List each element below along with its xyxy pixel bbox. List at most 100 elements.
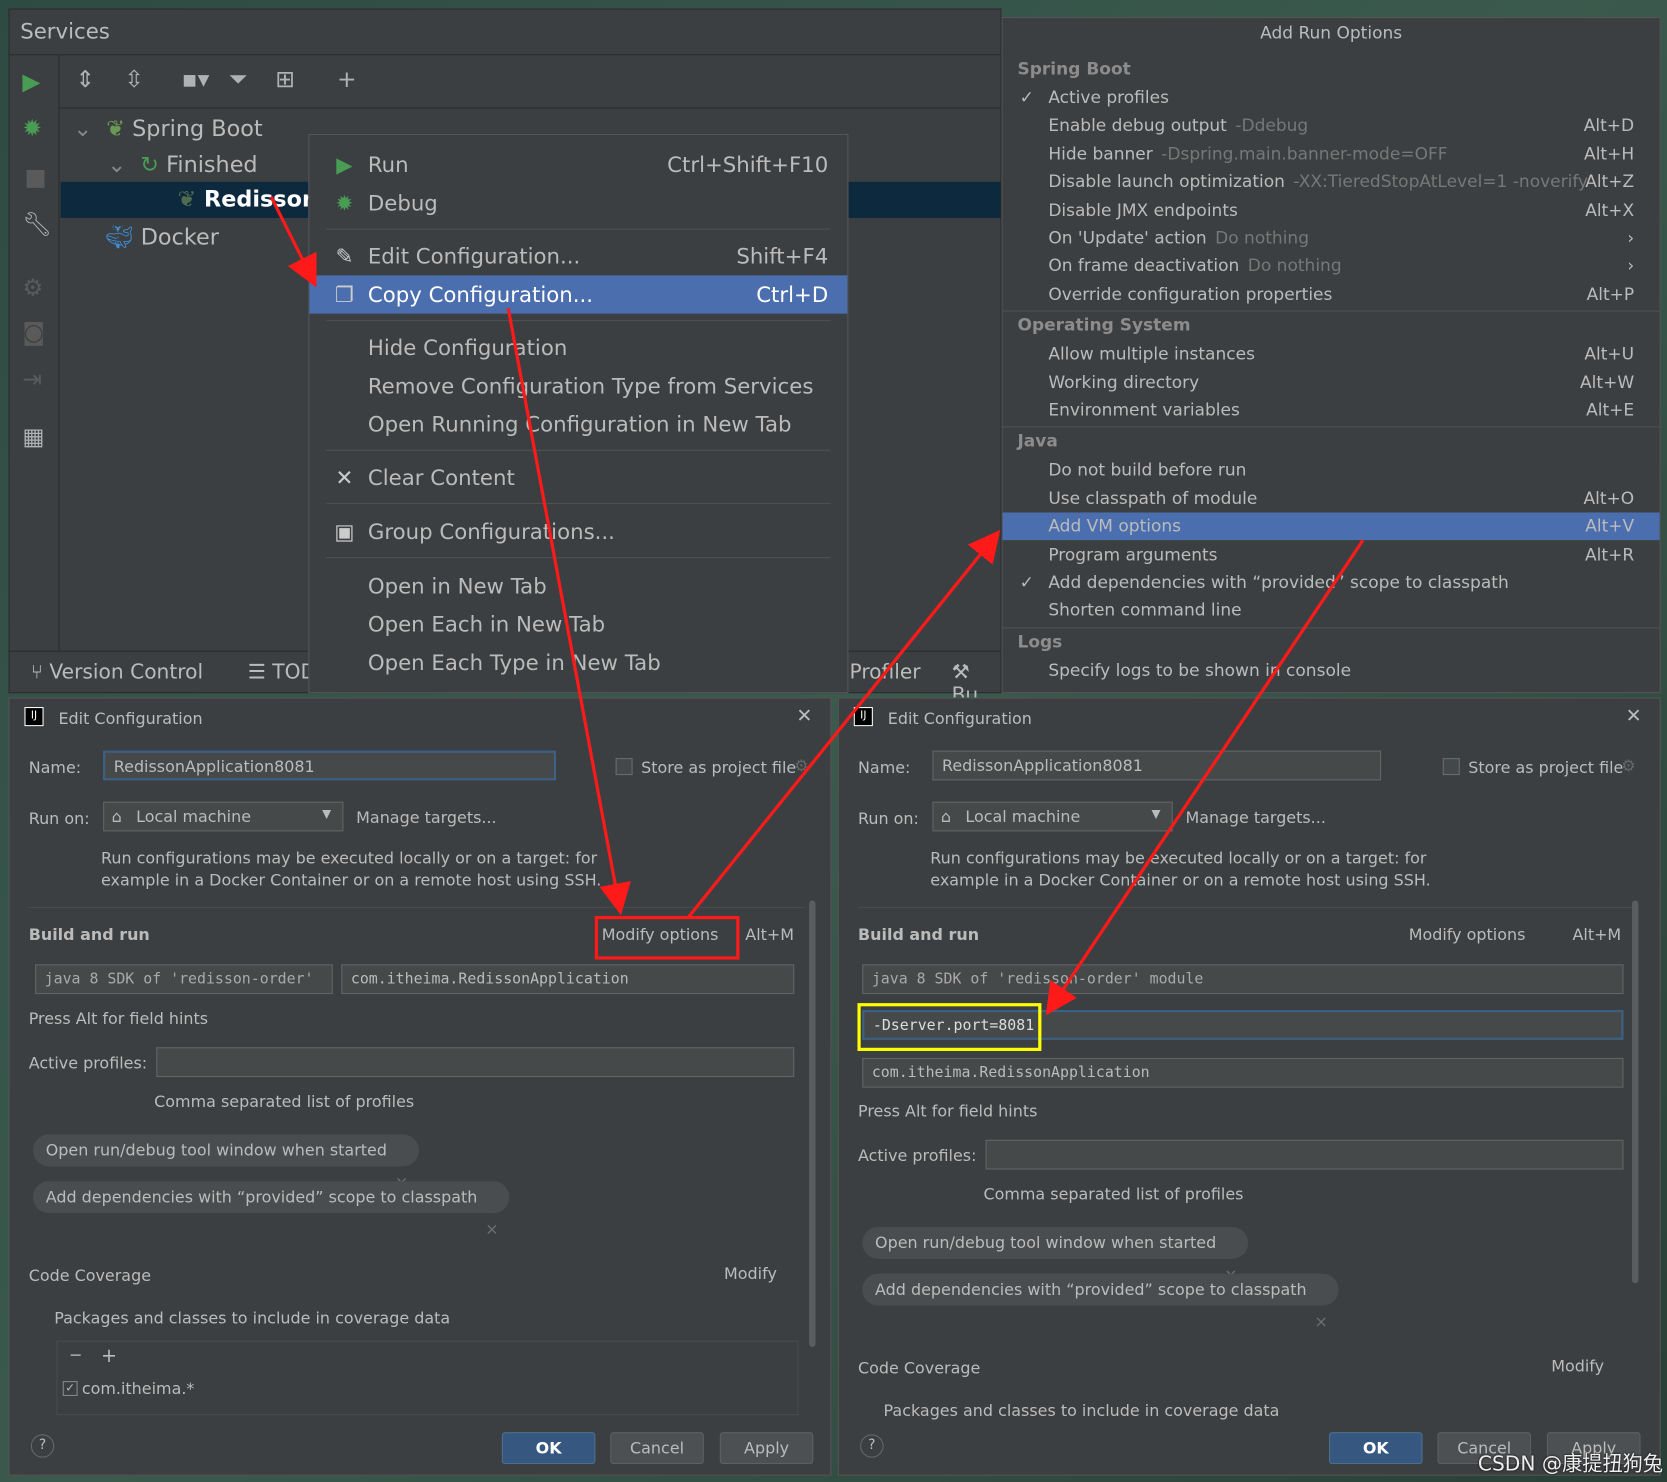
run-option-item[interactable]: Enable debug output -Ddebug Alt+D [1003,112,1660,140]
close-icon[interactable]: ✕ [796,705,812,727]
run-icon[interactable]: ▶ [22,69,40,96]
close-icon[interactable]: ✕ [1626,705,1642,727]
run-option-item[interactable]: Disable launch optimization -XX:TieredSto… [1003,168,1660,196]
login-icon[interactable]: ⇥ [22,367,42,394]
run-option-hint: -XX:TieredStopAtLevel=1 -noverify [1293,171,1589,192]
name-input[interactable]: RedissonApplication8081 [103,750,557,781]
tab-version-control[interactable]: ⑂ Version Control [31,660,203,683]
wrench-icon[interactable]: 🔧︎ [22,212,52,239]
store-as-project-file-checkbox[interactable] [1442,758,1460,776]
modify-coverage-link[interactable]: Modify [724,1264,777,1283]
layout-icon[interactable]: ▦ [22,424,44,451]
hammer-icon: ⚒ [951,660,970,684]
settings-icon[interactable]: ⚙ [794,756,808,775]
home-icon: ⌂ [940,806,952,827]
option-chip[interactable]: Add dependencies with “provided” scope t… [32,1181,510,1239]
remove-icon[interactable]: − [69,1345,82,1364]
run-option-item[interactable]: On frame deactivation Do nothing › [1003,252,1660,280]
manage-targets-link[interactable]: Manage targets... [356,808,496,827]
modify-coverage-link[interactable]: Modify [1551,1357,1604,1376]
run-option-item[interactable]: Use classpath of module Alt+O [1003,485,1660,513]
debug-icon[interactable]: ✹ [22,116,42,143]
run-on-select[interactable]: Local machine [103,801,344,832]
run-option-item[interactable]: Disable JMX endpoints Alt+X [1003,196,1660,224]
jre-select[interactable]: java 8 SDK of 'redisson-order' module [862,964,1624,995]
main-class-input[interactable]: com.itheima.RedissonApplication [862,1057,1624,1088]
menu-item[interactable]: Open Each Type in New Tab [309,643,847,681]
group-icon[interactable]: ▪▾ [182,67,210,94]
expand-all-icon[interactable]: ⇕ [75,67,95,94]
tree-item-finished[interactable]: ⌄ ↻ Finished [107,152,257,178]
menu-item[interactable]: ▶ Run Ctrl+Shift+F10 [309,146,847,184]
menu-item[interactable]: ▣ Group Configurations... [309,512,847,550]
menu-item-label: Remove Configuration Type from Services [367,373,814,399]
settings-icon[interactable]: ⚙ [1621,756,1635,775]
package-checkbox[interactable]: ✓ [62,1381,78,1396]
option-chip[interactable]: Open run/debug tool window when started× [862,1226,1249,1284]
run-option-item[interactable]: Hide banner -Dspring.main.banner-mode=OFF… [1003,140,1660,168]
modify-options-link[interactable]: Modify options [1409,925,1526,944]
run-option-item[interactable]: Add VM options Alt+V [1002,512,1660,541]
tree-item-spring-boot[interactable]: ⌄ ❦ Spring Boot [73,116,262,142]
run-option-item[interactable]: Allow multiple instances Alt+U [1003,340,1660,368]
menu-item[interactable]: ✹ Debug [309,184,847,222]
run-option-item[interactable]: Working directory Alt+W [1003,368,1660,396]
context-menu: ▶ Run Ctrl+Shift+F10 ✹ Debug ✎ Edit Configurat… [308,133,849,694]
tree-item-docker[interactable]: 🐳︎ Docker [105,224,219,251]
run-option-item[interactable]: Specify logs to be shown in console [1003,657,1660,685]
collapse-all-icon[interactable]: ⇳ [124,67,144,94]
menu-item[interactable]: ❐ Copy Configuration... Ctrl+D [309,275,848,314]
tab-todo[interactable]: ☰ TOD [248,660,316,683]
name-input[interactable]: RedissonApplication8081 [932,750,1382,781]
menu-item[interactable]: Open in New Tab [309,567,847,605]
add-icon[interactable]: + [101,1345,117,1367]
menu-item[interactable]: ✕ Clear Content [309,458,847,496]
menu-item[interactable]: ✎ Edit Configuration... Shift+F4 [309,237,847,275]
run-option-item[interactable]: Override configuration properties Alt+P [1003,280,1660,308]
new-tab-icon[interactable]: ⊞ [275,67,295,94]
remove-chip-icon[interactable]: × [1315,1306,1328,1338]
active-profiles-input[interactable] [156,1047,795,1078]
menu-item[interactable]: Remove Configuration Type from Services [309,367,847,405]
add-icon[interactable]: + [337,67,357,94]
run-option-item[interactable]: Shorten command line [1003,597,1660,625]
stop-icon[interactable]: ■ [24,165,46,192]
help-icon[interactable]: ? [30,1434,55,1458]
menu-item[interactable]: Hide Configuration [309,329,847,367]
scrollbar[interactable] [809,900,816,1348]
ok-button[interactable]: OK [501,1432,596,1465]
run-option-item[interactable]: ✓ Add dependencies with “provided” scope … [1003,569,1660,597]
menu-item-shortcut: Shift+F4 [736,243,829,269]
run-option-item[interactable]: On 'Update' action Do nothing › [1003,224,1660,252]
menu-item[interactable]: Open Running Configuration in New Tab [309,405,847,443]
chevron-down-icon[interactable]: ⌄ [107,152,133,178]
filter-icon[interactable]: ⏷ [229,67,248,94]
run-option-shortcut: Alt+U [1584,343,1635,364]
option-chip[interactable]: Open run/debug tool window when started× [32,1134,419,1192]
run-on-select[interactable]: Local machine [932,801,1173,832]
tab-profiler[interactable]: Profiler [849,660,920,683]
settings-icon[interactable]: ⚙ [22,275,43,302]
ok-button[interactable]: OK [1329,1432,1423,1465]
active-profiles-input[interactable] [985,1139,1624,1170]
remove-chip-icon[interactable]: × [485,1213,498,1245]
store-as-project-file-checkbox[interactable] [615,758,633,776]
scrollbar[interactable] [1632,900,1639,1284]
option-chip[interactable]: Add dependencies with “provided” scope t… [862,1273,1339,1331]
chevron-down-icon[interactable]: ⌄ [73,116,99,142]
apply-button[interactable]: Apply [719,1432,814,1465]
cancel-button[interactable]: Cancel [610,1432,704,1465]
vm-options-input[interactable]: -Dserver.port=8081 [862,1010,1624,1040]
main-class-input[interactable]: com.itheima.RedissonApplication [341,964,795,995]
run-option-item[interactable]: ✓ Active profiles [1003,84,1660,112]
edit-configuration-dialog: IJ Edit Configuration ✕ Name: RedissonApplic… [837,697,1661,1476]
run-option-item[interactable]: Program arguments Alt+R [1003,541,1660,569]
run-option-item[interactable]: Do not build before run [1003,457,1660,485]
menu-item[interactable]: Open Each in New Tab [309,605,847,643]
jre-select[interactable]: java 8 SDK of 'redisson-order' [35,964,333,995]
modify-options-link[interactable]: Modify options [602,925,719,944]
help-icon[interactable]: ? [860,1434,884,1458]
manage-targets-link[interactable]: Manage targets... [1185,808,1325,827]
camera-icon[interactable]: ◙ [22,320,45,347]
run-option-item[interactable]: Environment variables Alt+E [1003,397,1660,425]
